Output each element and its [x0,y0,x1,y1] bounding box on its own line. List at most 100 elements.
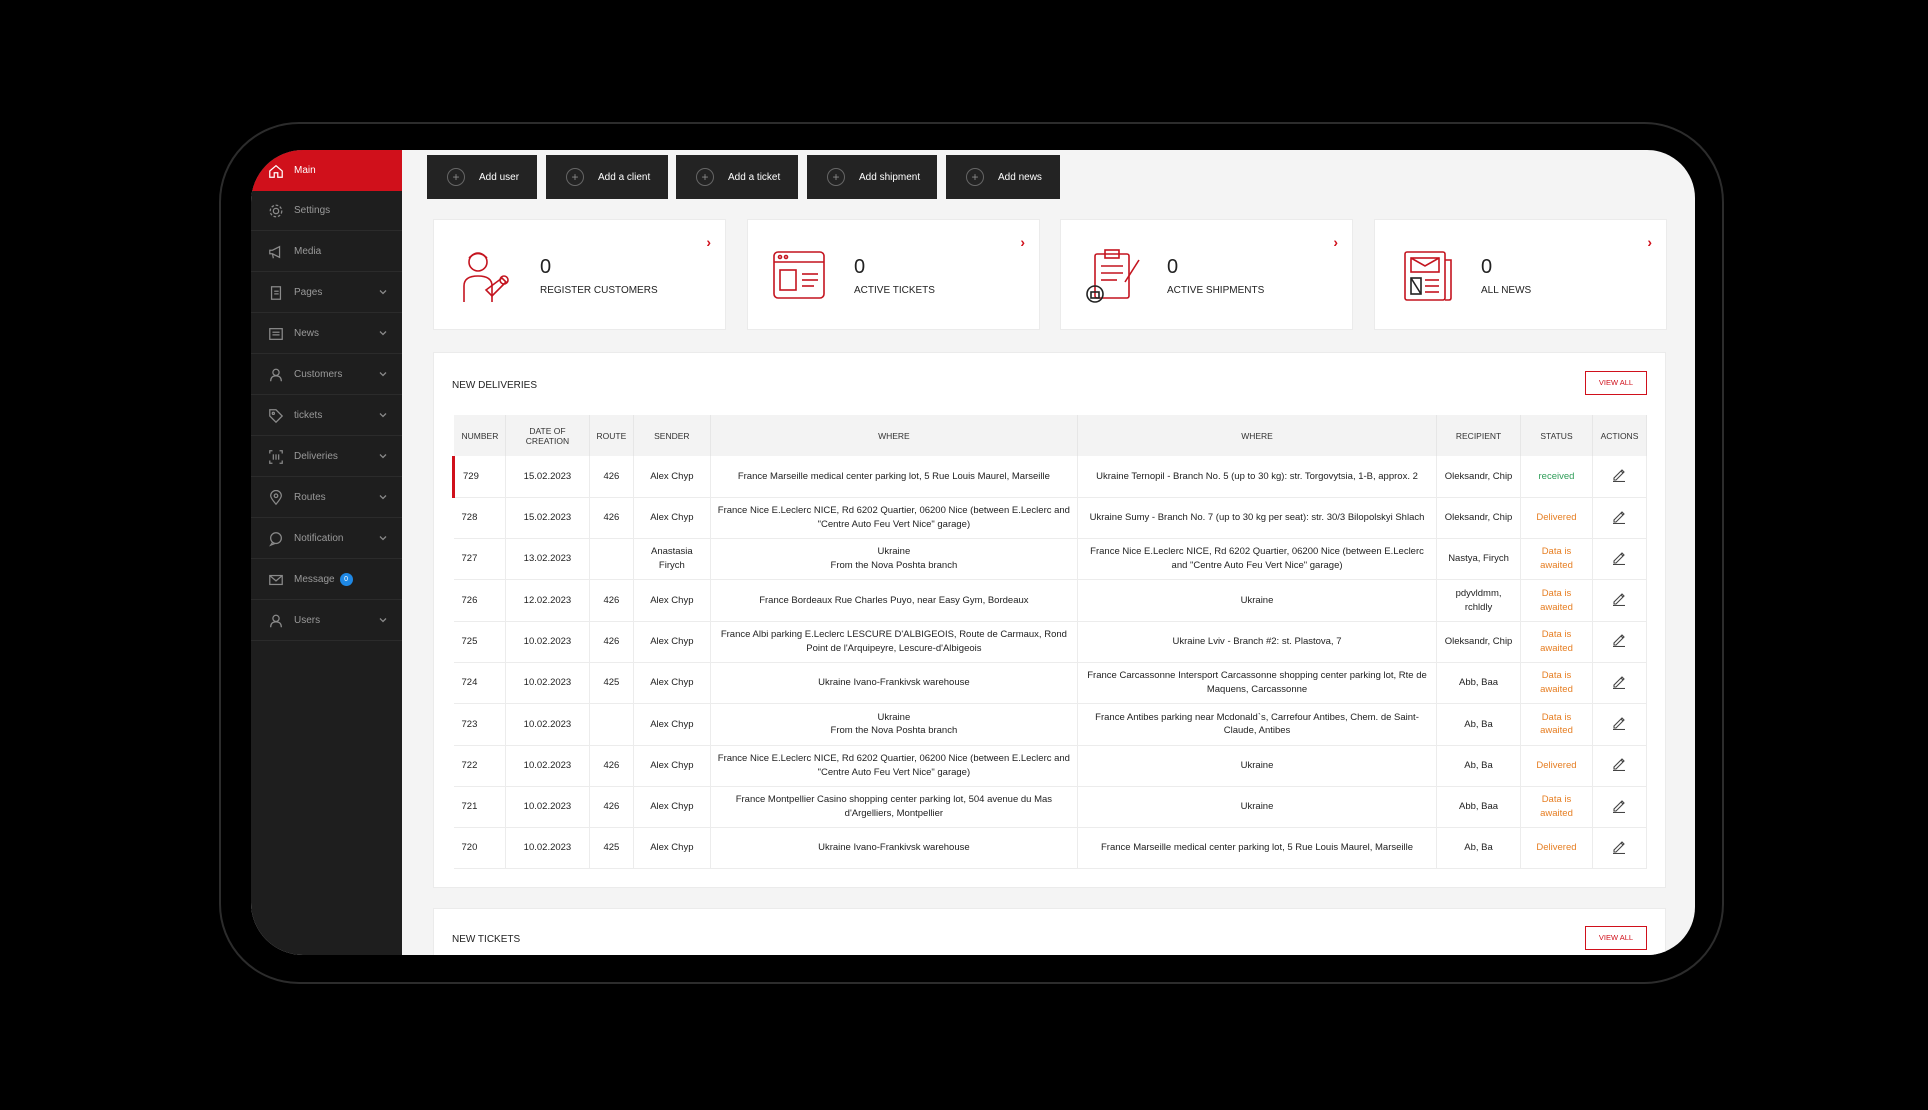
cell-actions [1592,497,1648,539]
edit-icon[interactable] [1611,797,1627,813]
plus-icon: + [447,168,465,186]
table-row[interactable]: 728 15.02.2023 426 Alex Chyp France Nice E.L… [453,497,1648,539]
sidebar-item-deliveries[interactable]: Deliveries [251,437,402,477]
sidebar-item-settings[interactable]: Settings [251,191,402,231]
cell-recipient: Oleksandr, Chip [1436,497,1522,539]
edit-icon[interactable] [1611,755,1627,772]
cell-where-to: Ukraine [1077,745,1438,787]
tickets-label: ACTIVE TICKETS [854,285,935,296]
cell-actions [1592,662,1648,704]
sidebar-item-label: Main [294,165,316,176]
add-client-button[interactable]: + Add a client [546,155,668,199]
stat-card-shipments[interactable]: 0 ACTIVE SHIPMENTS › [1060,219,1353,330]
cell-route: 426 [589,456,634,498]
edit-icon[interactable] [1611,466,1627,483]
megaphone-icon [267,243,285,261]
status-text: Data is awaited [1520,621,1593,663]
stat-card-customers[interactable]: 0 REGISTER CUSTOMERS › [433,219,726,330]
chevron-down-icon [379,618,387,623]
news-label: ALL NEWS [1481,285,1532,296]
table-row[interactable]: 727 13.02.2023 Anastasia Firych Ukraine Fro… [453,538,1648,580]
table-row[interactable]: 726 12.02.2023 426 Alex Chyp France Bordeaux… [453,579,1648,622]
user-icon [267,612,285,630]
sidebar-item-media[interactable]: Media [251,232,402,272]
map-pin-icon [267,489,285,507]
sidebar-item-label: Settings [294,205,331,216]
edit-icon[interactable] [1611,508,1627,524]
cell-actions [1592,538,1648,580]
deliveries-table: NUMBER DATE OF CREATION ROUTE SENDER WHE… [452,415,1648,869]
sidebar-item-news[interactable]: News [251,314,402,354]
edit-icon[interactable] [1611,631,1627,648]
chevron-down-icon [379,454,387,459]
col-where-to: WHERE [1077,415,1438,456]
col-sender: SENDER [633,415,711,456]
cell-where-from: France Montpellier Casino shopping cente… [710,786,1078,828]
col-date: DATE OF CREATION [505,415,590,456]
clipboard-icon [1086,249,1140,303]
cell-recipient: Ab, Ba [1436,827,1522,869]
sidebar-item-label: Routes [294,492,326,503]
table-row[interactable]: 723 10.02.2023 Alex Chyp Ukraine From the N… [453,703,1648,746]
screen: Main Settings Media Pages News Customers ticke… [251,150,1695,955]
sidebar-item-message[interactable]: Message 0 [251,560,402,600]
chevron-down-icon [379,290,387,295]
cell-recipient: Oleksandr, Chip [1436,456,1522,498]
cell-where-to: Ukraine Sumy - Branch No. 7 (up to 30 kg… [1077,497,1438,539]
sidebar-item-label: Users [294,615,321,626]
edit-icon[interactable] [1611,549,1627,565]
cell-route: 425 [589,827,634,869]
cell-where-from: France Nice E.Leclerc NICE, Rd 6202 Quar… [710,745,1078,787]
col-recipient: RECIPIENT [1436,415,1522,456]
status-text: Data is awaited [1520,662,1593,704]
cell-where-to: Ukraine [1077,786,1438,828]
barcode-icon [267,448,285,466]
table-row[interactable]: 729 15.02.2023 426 Alex Chyp France Marseill… [452,456,1648,498]
chevron-down-icon [379,372,387,377]
col-where-from: WHERE [710,415,1078,456]
stat-card-tickets[interactable]: 0 ACTIVE TICKETS › [747,219,1040,330]
table-row[interactable]: 724 10.02.2023 425 Alex Chyp Ukraine Ivano-F… [453,662,1648,704]
table-row[interactable]: 720 10.02.2023 425 Alex Chyp Ukraine Ivano-F… [453,827,1648,869]
edit-icon[interactable] [1611,673,1627,689]
plus-icon: + [566,168,584,186]
table-row[interactable]: 725 10.02.2023 426 Alex Chyp France Albi par… [453,621,1648,663]
view-all-deliveries-button[interactable]: VIEW ALL [1585,371,1647,395]
cell-actions [1592,621,1648,663]
stat-card-news[interactable]: 0 ALL NEWS › [1374,219,1667,330]
cell-recipient: Abb, Baa [1436,786,1522,828]
cell-number: 727 [453,538,506,580]
sidebar-item-routes[interactable]: Routes [251,478,402,518]
cell-recipient: Ab, Ba [1436,703,1522,746]
edit-icon[interactable] [1611,838,1627,854]
sidebar-item-customers[interactable]: Customers [251,355,402,395]
edit-icon[interactable] [1611,714,1627,731]
cell-where-to: France Marseille medical center parking … [1077,827,1438,869]
edit-icon[interactable] [1611,590,1627,607]
cell-date: 10.02.2023 [505,827,590,869]
table-row[interactable]: 722 10.02.2023 426 Alex Chyp France Nice E.L… [453,745,1648,787]
add-user-button[interactable]: + Add user [427,155,537,199]
cell-recipient: Nastya, Firych [1436,538,1522,580]
add-shipment-button[interactable]: + Add shipment [807,155,937,199]
sidebar-item-label: News [294,328,320,339]
new-deliveries-panel: NEW DELIVERIES VIEW ALL NUMBER DATE OF C… [433,352,1666,888]
sidebar-item-tickets[interactable]: tickets [251,396,402,436]
sidebar-item-pages[interactable]: Pages [251,273,402,313]
table-row[interactable]: 721 10.02.2023 426 Alex Chyp France Montpell… [453,786,1648,828]
cell-number: 728 [453,497,506,539]
cell-actions [1592,827,1648,869]
sidebar-item-users[interactable]: Users [251,601,402,641]
panel-title: NEW DELIVERIES [452,380,538,391]
pages-icon [267,284,285,302]
add-ticket-button[interactable]: + Add a ticket [676,155,798,199]
sidebar-item-main[interactable]: Main [251,150,402,191]
sidebar-item-notification[interactable]: Notification [251,519,402,559]
cell-number: 729 [452,456,506,498]
view-all-tickets-button[interactable]: VIEW ALL [1585,926,1647,950]
add-news-button[interactable]: + Add news [946,155,1060,199]
table-header-row: NUMBER DATE OF CREATION ROUTE SENDER WHE… [453,415,1648,456]
main-content: + Add user + Add a client + Add a ticket… [402,150,1695,955]
newspaper-icon [1404,251,1452,301]
cell-route [589,703,634,746]
